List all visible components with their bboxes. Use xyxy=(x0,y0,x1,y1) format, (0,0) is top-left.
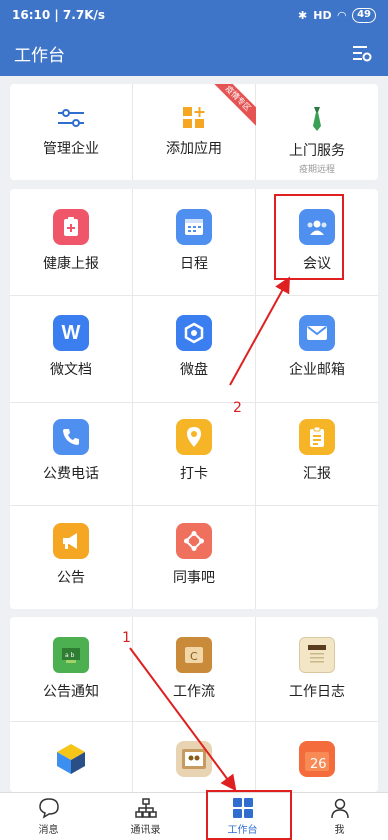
bluetooth-icon: ✱ xyxy=(298,8,308,22)
calendar-date-icon: 26 xyxy=(299,741,335,777)
megaphone-icon xyxy=(53,523,89,559)
app-label: 公告通知 xyxy=(43,684,99,700)
svg-text:a b: a b xyxy=(65,652,75,659)
app-label: 企业邮箱 xyxy=(289,362,345,378)
tie-icon xyxy=(313,107,321,131)
app-label: 公告 xyxy=(57,570,85,586)
app-notice[interactable]: a b 公告通知 xyxy=(10,637,132,701)
quick-actions-card: 管理企业 添加应用 疫情专区 上门服务 疫期远程 xyxy=(10,84,378,180)
svg-text:C: C xyxy=(190,650,198,663)
chat-bubble-icon xyxy=(38,798,59,819)
mail-icon xyxy=(299,315,335,351)
svg-text:26: 26 xyxy=(310,757,327,772)
nav-me[interactable]: 我 xyxy=(291,793,388,840)
app-wedrive[interactable]: 微盘 xyxy=(133,315,255,379)
app-checkin[interactable]: 打卡 xyxy=(133,419,255,483)
wedoc-icon: W xyxy=(53,315,89,351)
sliders-icon xyxy=(58,109,84,127)
app-label: 微文档 xyxy=(50,362,92,378)
highlight-workbench xyxy=(206,790,292,840)
network-icon xyxy=(176,523,212,559)
app-phone[interactable]: 公费电话 xyxy=(10,419,132,483)
app-worklog[interactable]: 工作日志 xyxy=(256,637,378,701)
app-label: 汇报 xyxy=(303,466,331,482)
app-label: 日程 xyxy=(180,256,208,272)
bottom-nav: 消息 通讯录 工作台 我 xyxy=(0,792,388,840)
app-wedoc[interactable]: W 微文档 xyxy=(10,315,132,379)
battery-indicator: 49 xyxy=(352,7,376,23)
manage-enterprise-button[interactable]: 管理企业 xyxy=(10,106,132,158)
app-label: 工作日志 xyxy=(289,684,345,700)
home-service-sub: 疫期远程 xyxy=(298,165,335,175)
notes-icon xyxy=(299,637,335,673)
status-time: 16:10 | 7.7K/s xyxy=(12,8,106,22)
status-bar: 16:10 | 7.7K/s ✱ HD ◠ 49 xyxy=(0,0,388,30)
page-title: 工作台 xyxy=(14,45,65,66)
org-chart-icon xyxy=(134,798,157,818)
app-partial-1[interactable] xyxy=(10,741,132,777)
report-icon xyxy=(299,419,335,455)
nav-label: 我 xyxy=(334,825,345,836)
manage-enterprise-label: 管理企业 xyxy=(43,141,99,157)
wifi-icon: ◠ xyxy=(337,8,347,22)
app-workflow[interactable]: C 工作流 xyxy=(133,637,255,701)
workflow-icon: C xyxy=(176,637,212,673)
app-partial-3[interactable]: 26 xyxy=(256,741,378,777)
app-partial-2[interactable] xyxy=(133,741,255,777)
highlight-meeting xyxy=(274,194,344,280)
annotation-step-1: 1 xyxy=(122,630,131,646)
ribbon-text: 疫情专区 xyxy=(205,84,256,132)
photo-frame-icon xyxy=(176,741,212,777)
settings-icon xyxy=(353,46,372,62)
health-report-icon xyxy=(53,209,89,245)
settings-button[interactable] xyxy=(350,41,374,65)
person-icon xyxy=(330,798,349,819)
wedrive-icon xyxy=(176,315,212,351)
app-health-report[interactable]: 健康上报 xyxy=(10,209,132,273)
annotation-step-2: 2 xyxy=(233,400,242,416)
status-icons: ✱ HD ◠ 49 xyxy=(298,7,376,23)
app-label: 打卡 xyxy=(180,466,208,482)
cube-icon xyxy=(53,741,89,777)
location-pin-icon xyxy=(176,419,212,455)
app-label: 同事吧 xyxy=(173,570,215,586)
app-label: 工作流 xyxy=(173,684,215,700)
app-mail[interactable]: 企业邮箱 xyxy=(256,315,378,379)
app-label: 微盘 xyxy=(180,362,208,378)
app-label: 健康上报 xyxy=(43,256,99,272)
phone-icon xyxy=(53,419,89,455)
calendar-icon xyxy=(176,209,212,245)
nav-messages[interactable]: 消息 xyxy=(0,793,97,840)
app-announcement[interactable]: 公告 xyxy=(10,523,132,587)
nav-label: 消息 xyxy=(38,825,59,836)
chalkboard-icon: a b xyxy=(53,637,89,673)
home-service-button[interactable]: 上门服务 疫期远程 xyxy=(256,106,378,175)
epidemic-ribbon: 疫情专区 xyxy=(196,84,256,144)
app-schedule[interactable]: 日程 xyxy=(133,209,255,273)
signal-icon: HD xyxy=(313,8,332,22)
app-header: 工作台 xyxy=(0,30,388,76)
nav-label: 通讯录 xyxy=(130,825,161,836)
app-report[interactable]: 汇报 xyxy=(256,419,378,483)
home-service-label: 上门服务 xyxy=(289,143,345,159)
app-colleagues[interactable]: 同事吧 xyxy=(133,523,255,587)
app-label: 公费电话 xyxy=(43,466,99,482)
nav-contacts[interactable]: 通讯录 xyxy=(97,793,194,840)
more-apps-card: a b 公告通知 C 工作流 工作日志 26 xyxy=(10,617,378,792)
